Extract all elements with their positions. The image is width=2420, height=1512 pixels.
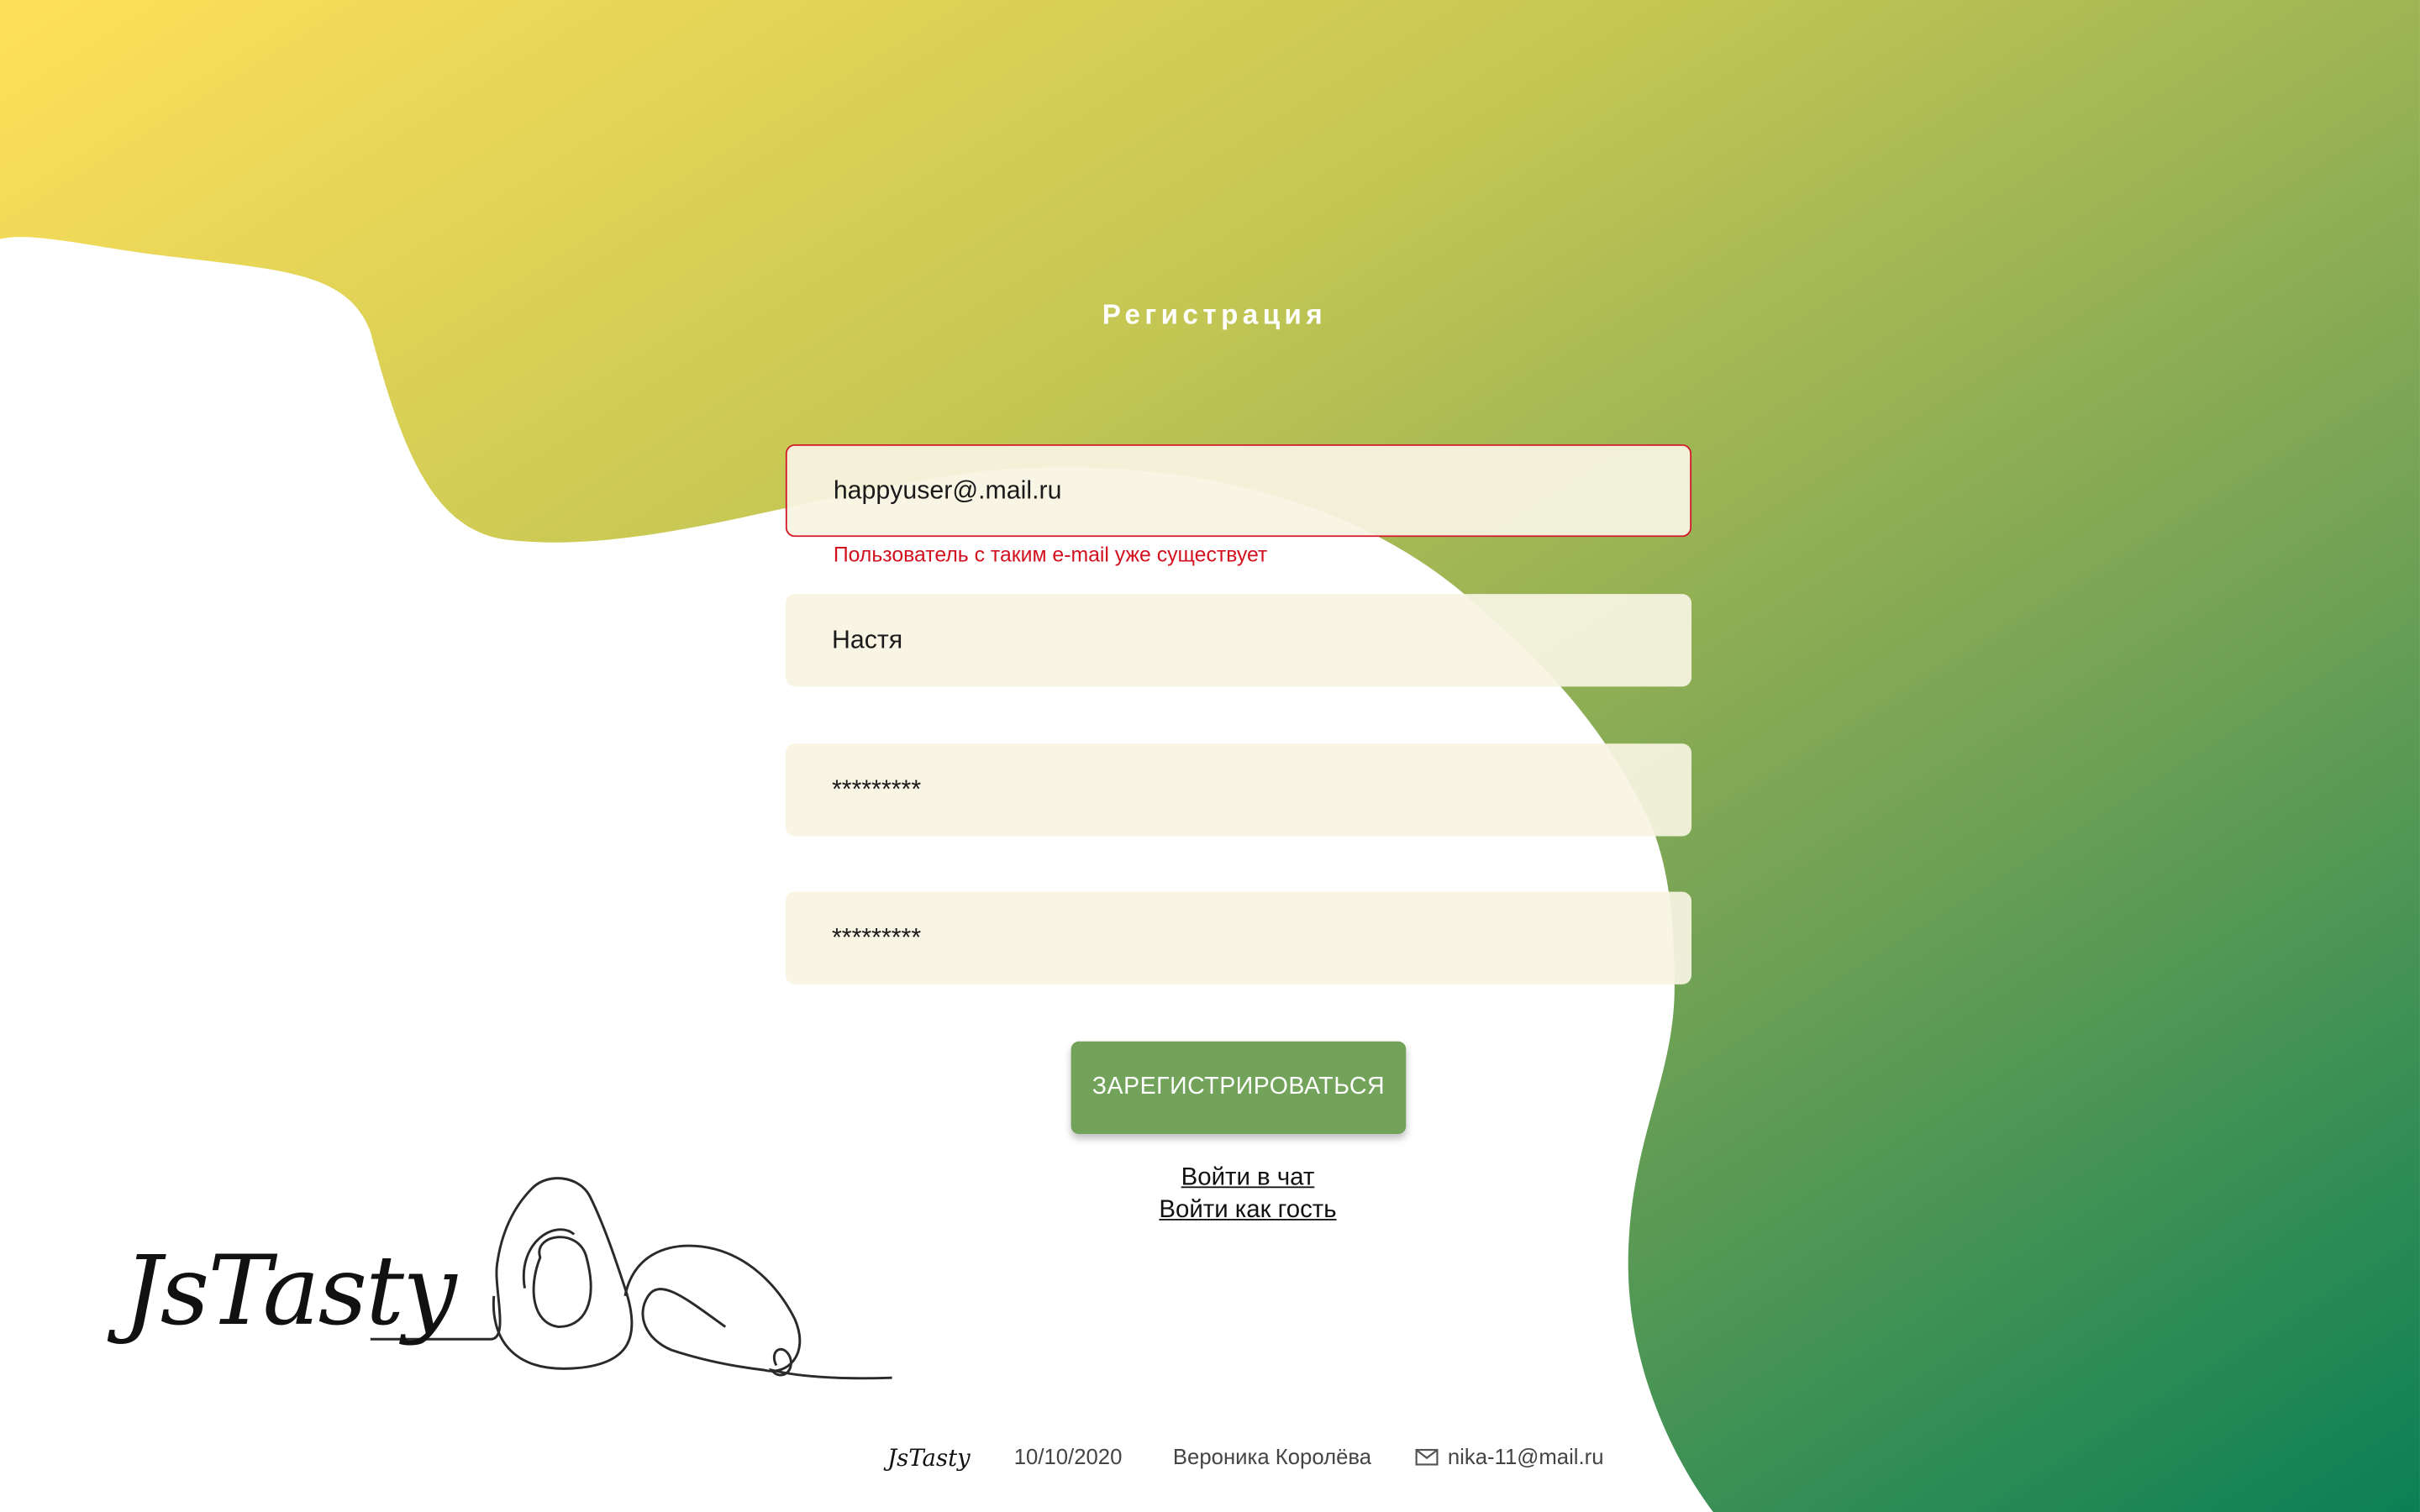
footer-email-text: nika-11@mail.ru xyxy=(1447,1444,1604,1469)
email-field-value: happyuser@.mail.ru xyxy=(833,475,1062,504)
email-field[interactable]: happyuser@.mail.ru xyxy=(785,444,1692,538)
footer-email[interactable]: nika-11@mail.ru xyxy=(1415,1444,1604,1469)
mail-icon xyxy=(1415,1448,1439,1465)
login-guest-link[interactable]: Войти как гость xyxy=(1081,1197,1416,1225)
login-chat-link[interactable]: Войти в чат xyxy=(1081,1165,1416,1193)
password-confirm-field-value: ********* xyxy=(831,923,922,952)
email-error-message: Пользователь с таким e-mail уже существу… xyxy=(833,543,1268,567)
password-confirm-field[interactable]: ********* xyxy=(785,891,1692,984)
password-field-value: ********* xyxy=(831,774,922,804)
footer-date: 10/10/2020 xyxy=(1013,1444,1123,1469)
page-title: Регистрация xyxy=(1102,299,1328,331)
name-field-value: Настя xyxy=(831,625,903,654)
register-button[interactable]: ЗАРЕГИСТРИРОВАТЬСЯ xyxy=(1071,1041,1407,1134)
password-field[interactable]: ********* xyxy=(785,743,1692,837)
footer-author: Вероника Королёва xyxy=(1172,1444,1372,1469)
name-field[interactable]: Настя xyxy=(785,594,1692,687)
footer-logo: JsTasty xyxy=(887,1444,971,1473)
brand-logo: JsTasty xyxy=(123,1234,457,1347)
